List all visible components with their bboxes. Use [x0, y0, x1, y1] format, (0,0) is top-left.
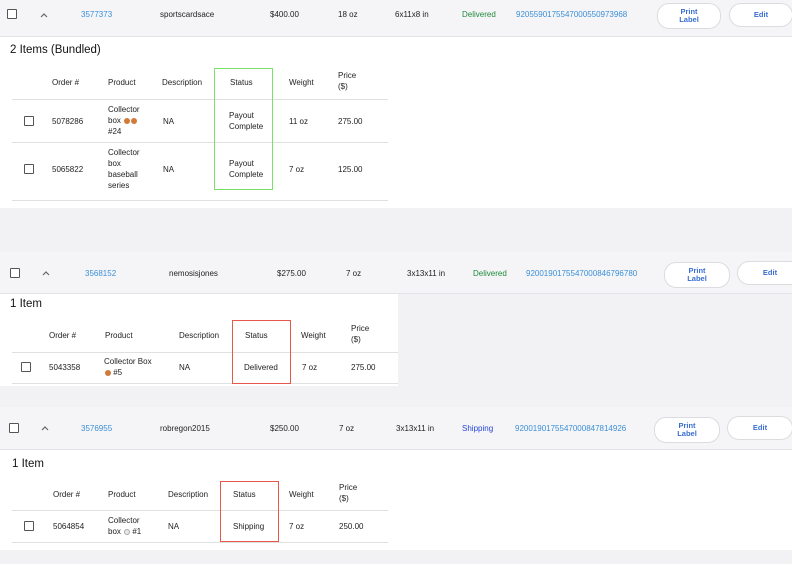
item-order-no: 5078286: [52, 117, 84, 126]
edit-button[interactable]: Edit: [727, 416, 792, 440]
col-product: Product: [108, 78, 136, 87]
chevron-up-icon[interactable]: [40, 424, 50, 432]
divider: [12, 200, 388, 201]
group-title: 2 Items (Bundled): [10, 44, 101, 56]
status-highlight-box: [214, 68, 273, 190]
item-weight: 11 oz: [289, 117, 308, 126]
item-checkbox[interactable]: [24, 164, 34, 174]
item-weight: 7 oz: [302, 363, 318, 372]
buyer-name: sportscardsace: [160, 10, 215, 19]
print-label-button[interactable]: Print Label: [654, 417, 720, 443]
order-id-link[interactable]: 3577373: [81, 10, 112, 19]
item-order-no: 5043358: [49, 363, 81, 372]
divider: [12, 542, 388, 543]
divider: [12, 142, 388, 143]
baseball-icon: [124, 529, 131, 535]
order-weight: 18 oz: [338, 10, 358, 19]
col-description: Description: [162, 78, 203, 87]
print-label-button[interactable]: Print Label: [657, 3, 721, 29]
order-checkbox[interactable]: [10, 268, 20, 278]
order-status: Delivered: [462, 10, 496, 19]
tracking-link[interactable]: 9205590175547000550973968: [516, 10, 627, 19]
order-weight: 7 oz: [346, 269, 362, 278]
order-price: $275.00: [277, 269, 306, 278]
divider: [12, 99, 388, 100]
item-order-no: 5064854: [53, 522, 85, 531]
basketball-icon: [131, 118, 138, 124]
order-dimensions: 3x13x11 in: [407, 269, 446, 278]
order-status: Shipping: [462, 424, 494, 433]
col-description: Description: [179, 331, 220, 340]
item-checkbox[interactable]: [24, 116, 34, 126]
item-checkbox[interactable]: [24, 521, 34, 531]
item-price: 250.00: [339, 522, 364, 531]
col-price: Price ($): [338, 71, 357, 91]
col-weight: Weight: [289, 78, 314, 87]
col-price: Price ($): [339, 483, 358, 503]
group-title: 1 Item: [12, 458, 44, 470]
order-id-link[interactable]: 3576955: [81, 424, 112, 433]
item-price: 275.00: [351, 363, 376, 372]
col-product: Product: [108, 490, 136, 499]
buyer-name: nemosisjones: [169, 269, 218, 278]
order-checkbox[interactable]: [7, 9, 17, 19]
status-highlight-box: [220, 481, 279, 542]
order-checkbox[interactable]: [9, 423, 19, 433]
basketball-icon: [124, 118, 131, 124]
edit-button[interactable]: Edit: [737, 261, 792, 285]
order-items-panel: [0, 294, 398, 386]
item-product: Collector Box #5: [104, 357, 152, 377]
col-description: Description: [168, 490, 209, 499]
item-product: Collector box baseball series: [108, 148, 140, 190]
order-dimensions: 6x11x8 in: [395, 10, 429, 19]
item-product: Collector box #1: [108, 516, 142, 536]
item-price: 275.00: [338, 117, 363, 126]
basketball-icon: [105, 370, 111, 376]
item-description: NA: [179, 363, 191, 372]
divider: [12, 352, 398, 353]
col-price: Price ($): [351, 324, 370, 344]
item-weight: 7 oz: [289, 165, 305, 174]
chevron-up-icon[interactable]: [41, 269, 51, 277]
divider: [12, 383, 398, 384]
order-status: Delivered: [473, 269, 507, 278]
print-label-button[interactable]: Print Label: [664, 262, 730, 288]
order-weight: 7 oz: [339, 424, 355, 433]
divider: [12, 510, 388, 511]
item-description: NA: [163, 117, 175, 126]
buyer-name: robregon2015: [160, 424, 210, 433]
order-price: $250.00: [270, 424, 299, 433]
edit-button[interactable]: Edit: [729, 3, 792, 27]
col-product: Product: [105, 331, 133, 340]
item-order-no: 5065822: [52, 165, 84, 174]
item-checkbox[interactable]: [21, 362, 31, 372]
group-title: 1 Item: [10, 298, 42, 310]
col-order-no: Order #: [52, 78, 80, 87]
chevron-up-icon[interactable]: [39, 11, 49, 19]
order-dimensions: 3x13x11 in: [396, 424, 435, 433]
col-order-no: Order #: [49, 331, 77, 340]
col-weight: Weight: [289, 490, 314, 499]
item-description: NA: [163, 165, 175, 174]
status-highlight-box: [232, 320, 291, 384]
order-id-link[interactable]: 3568152: [85, 269, 116, 278]
item-product: Collector box #24: [108, 105, 140, 136]
col-order-no: Order #: [53, 490, 81, 499]
order-price: $400.00: [270, 10, 299, 19]
item-weight: 7 oz: [289, 522, 305, 531]
item-description: NA: [168, 522, 180, 531]
tracking-link[interactable]: 9200190175547000846796780: [526, 269, 637, 278]
col-weight: Weight: [301, 331, 326, 340]
tracking-link[interactable]: 9200190175547000847814926: [515, 424, 626, 433]
item-price: 125.00: [338, 165, 363, 174]
